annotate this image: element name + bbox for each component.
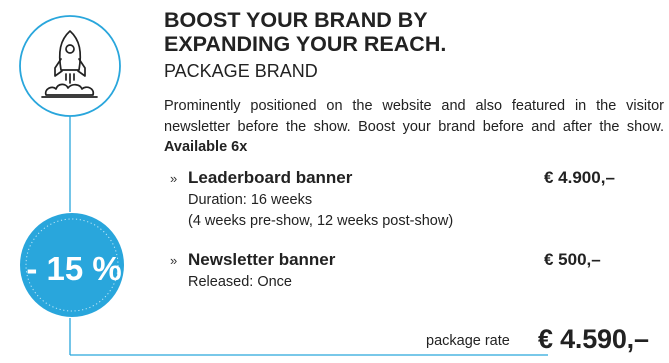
item-detail: (4 weeks pre-show, 12 weeks post-show): [188, 212, 454, 229]
package-rate-price: € 4.590,–: [538, 324, 649, 354]
item-name: Newsletter banner: [188, 250, 336, 269]
item-price: € 4.900,–: [544, 168, 615, 187]
rocket-badge: [19, 15, 121, 117]
chevron-right-icon: »: [170, 253, 178, 268]
list-item-newsletter: » Newsletter banner € 500,– Released: On…: [164, 250, 664, 293]
discount-label: - 15 %: [26, 250, 121, 287]
availability-text: Available 6x: [164, 139, 248, 155]
item-detail: Duration: 16 weeks: [188, 192, 313, 208]
title-line-1: BOOST YOUR BRAND BY: [164, 8, 428, 32]
description-text: Prominently positioned on the website an…: [164, 98, 664, 135]
title-line-2: EXPANDING YOUR REACH.: [164, 32, 447, 56]
item-name: Leaderboard banner: [188, 168, 353, 187]
item-detail: Released: Once: [188, 274, 292, 290]
list-item-leaderboard: » Leaderboard banner € 4.900,– Duration:…: [164, 168, 664, 231]
item-price: € 500,–: [544, 250, 601, 269]
discount-badge: - 15 %: [20, 213, 124, 317]
package-subtitle: PACKAGE BRAND: [164, 61, 318, 81]
chevron-right-icon: »: [170, 171, 178, 186]
package-description: Prominently positioned on the website an…: [164, 96, 664, 158]
page-title: BOOST YOUR BRAND BY EXPANDING YOUR REACH…: [164, 8, 664, 56]
package-rate-label: package rate: [426, 333, 510, 349]
